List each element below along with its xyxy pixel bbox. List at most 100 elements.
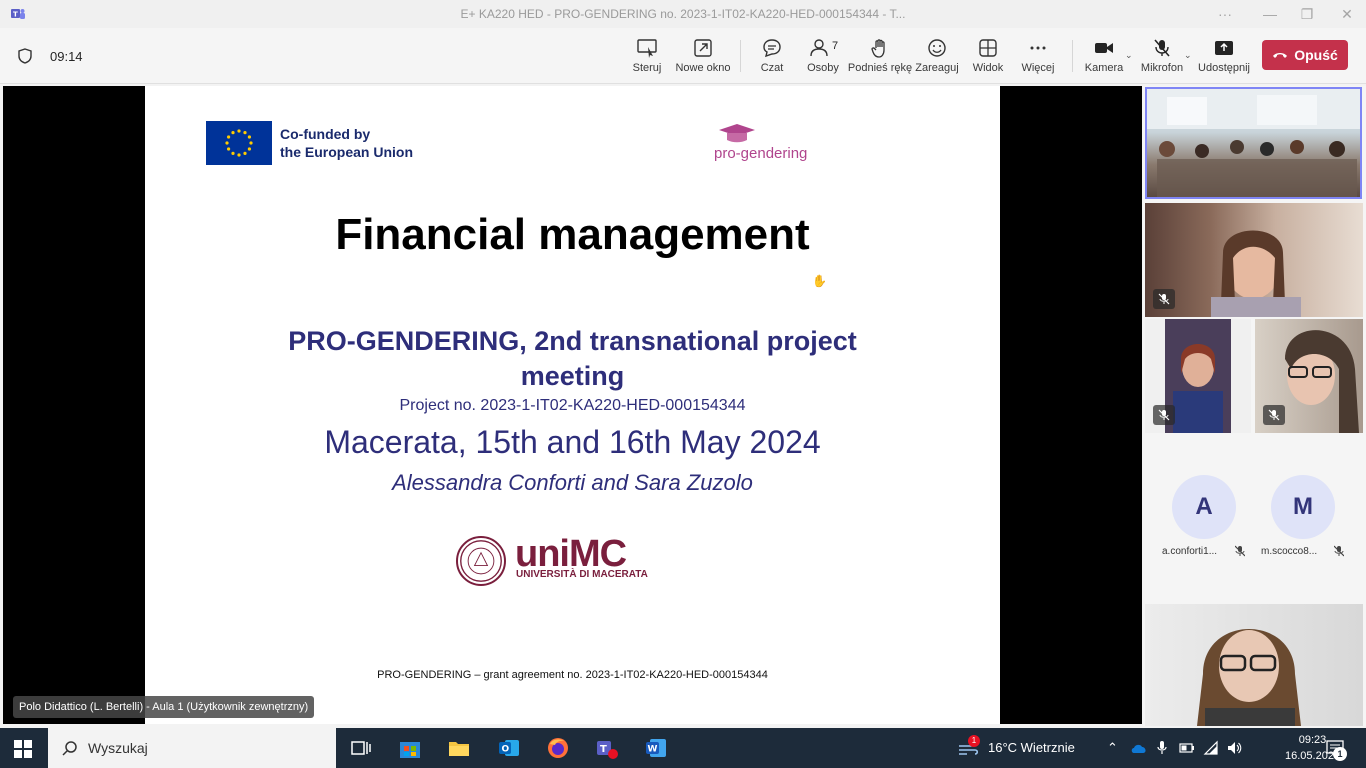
participant-video-tile[interactable]: [1145, 319, 1251, 433]
shield-icon: [18, 48, 32, 64]
pro-gendering-logo-text: pro-gendering: [714, 145, 808, 162]
weather-alert-badge: 1: [968, 735, 980, 747]
notification-count-badge: 1: [1333, 747, 1347, 761]
meeting-timer: 09:14: [50, 49, 83, 64]
share-label: Udostępnij: [1198, 62, 1250, 74]
microsoft-store-icon[interactable]: [398, 736, 422, 760]
people-count: 7: [832, 40, 839, 52]
leave-label: Opuść: [1294, 47, 1338, 63]
firefox-icon[interactable]: [546, 736, 570, 760]
mic-options-chevron-icon[interactable]: ⌄: [1184, 50, 1192, 61]
view-button[interactable]: Widok: [970, 34, 1006, 80]
participant-face-icon: [1211, 230, 1301, 317]
more-label: Więcej: [1021, 62, 1055, 74]
steruj-label: Steruj: [632, 62, 662, 74]
ellipsis-icon: [1030, 46, 1046, 50]
camera-options-chevron-icon[interactable]: ⌄: [1125, 50, 1133, 61]
participant-video-tile[interactable]: [1145, 203, 1363, 317]
mic-off-icon: [1234, 545, 1246, 560]
self-video-tile[interactable]: [1145, 604, 1363, 726]
hand-icon: [871, 39, 885, 58]
word-icon[interactable]: W: [644, 736, 668, 760]
presentation-slide: Co-funded by the European Union pro-gend…: [145, 86, 1000, 724]
hang-up-icon: [1273, 53, 1288, 58]
close-button[interactable]: ✕: [1330, 4, 1364, 24]
react-button[interactable]: Zareaguj: [915, 34, 959, 80]
raise-hand-label: Podnieś rękę: [847, 62, 913, 74]
presenter-name-label: Polo Didattico (L. Bertelli) - Aula 1 (U…: [13, 696, 315, 718]
search-icon: [62, 741, 77, 756]
meeting-toolbar: 09:14 Steruj Nowe okno Czat 7 Osoby Podn…: [0, 28, 1366, 84]
wifi-icon[interactable]: [1203, 740, 1219, 756]
share-button[interactable]: Udostępnij: [1198, 34, 1250, 80]
raise-hand-button[interactable]: Podnieś rękę: [848, 34, 912, 80]
eu-line-1: Co-funded by: [280, 126, 371, 142]
chat-label: Czat: [760, 62, 784, 74]
outlook-icon[interactable]: O: [497, 736, 521, 760]
task-view-icon[interactable]: [349, 736, 373, 760]
file-explorer-icon[interactable]: [447, 736, 471, 760]
teams-taskbar-icon[interactable]: T: [595, 736, 619, 760]
steruj-button[interactable]: Steruj: [630, 34, 664, 80]
hand-cursor-icon: ✋: [812, 274, 827, 288]
grid-view-icon: [979, 39, 997, 57]
volume-icon[interactable]: [1226, 740, 1242, 756]
slide-title: Financial management: [335, 210, 810, 259]
leave-button[interactable]: Opuść: [1262, 40, 1348, 70]
window-title: E+ KA220 HED - PRO-GENDERING no. 2023-1-…: [460, 7, 906, 21]
unimc-logo-subtitle: UNIVERSITÀ DI MACERATA: [516, 569, 648, 580]
camera-button[interactable]: Kamera: [1084, 34, 1124, 80]
svg-text:O: O: [502, 745, 510, 755]
room-video-icon: [1147, 89, 1360, 197]
room-video-tile[interactable]: [1145, 87, 1362, 199]
taskbar-search-box[interactable]: Wyszukaj: [48, 728, 336, 768]
new-window-button[interactable]: Nowe okno: [675, 34, 731, 80]
camera-icon: [1095, 43, 1113, 53]
participant-video-tile[interactable]: [1255, 319, 1363, 433]
self-face-icon: [1197, 629, 1301, 726]
svg-text:T: T: [13, 11, 18, 19]
camera-label: Kamera: [1084, 62, 1124, 74]
mic-off-icon: [1263, 405, 1285, 425]
onedrive-icon[interactable]: [1130, 742, 1148, 754]
weather-text[interactable]: 16°C Wietrznie: [988, 740, 1075, 755]
eu-line-2: the European Union: [280, 144, 413, 160]
minimize-button[interactable]: —: [1253, 4, 1287, 24]
maximize-button[interactable]: ❐: [1290, 4, 1324, 24]
title-bar: T E+ KA220 HED - PRO-GENDERING no. 2023-…: [0, 0, 1366, 28]
participants-panel: A a.conforti1... M m.scocco8...: [1143, 86, 1366, 726]
take-control-icon: [637, 39, 657, 58]
react-label: Zareaguj: [915, 62, 959, 74]
new-window-label: Nowe okno: [675, 62, 731, 74]
university-seal-icon: [456, 536, 506, 586]
chat-button[interactable]: Czat: [756, 34, 788, 80]
mic-off-icon: [1333, 545, 1345, 560]
slide-authors: Alessandra Conforti and Sara Zuzolo: [392, 470, 753, 495]
people-button[interactable]: 7 Osoby: [806, 34, 840, 80]
avatar[interactable]: M: [1271, 475, 1335, 539]
more-options-icon[interactable]: ···: [1208, 4, 1242, 24]
windows-start-icon[interactable]: [14, 740, 32, 758]
show-hidden-icons-chevron-icon[interactable]: ⌃: [1107, 740, 1118, 756]
smiley-icon: [928, 39, 946, 57]
slide-subtitle: PRO-GENDERING, 2nd transnational project…: [288, 326, 857, 391]
eu-cofunded-text: Co-funded by the European Union: [280, 125, 413, 161]
toolbar-divider: [1072, 40, 1073, 72]
svg-text:W: W: [648, 745, 658, 755]
mic-label: Mikrofon: [1140, 62, 1184, 74]
mic-off-icon: [1154, 39, 1170, 57]
slide-place-date: Macerata, 15th and 16th May 2024: [324, 424, 821, 460]
more-button[interactable]: Więcej: [1020, 34, 1056, 80]
svg-text:T: T: [600, 744, 607, 755]
mic-button[interactable]: Mikrofon: [1141, 34, 1183, 80]
people-icon: [810, 39, 828, 57]
shared-screen-stage: Co-funded by the European Union pro-gend…: [3, 86, 1142, 724]
eu-flag-icon: [206, 121, 272, 165]
avatar[interactable]: A: [1172, 475, 1236, 539]
share-icon: [1215, 41, 1233, 55]
participant-name: a.conforti1...: [1162, 546, 1218, 557]
chat-icon: [763, 39, 781, 58]
mic-off-icon: [1153, 289, 1175, 309]
battery-icon[interactable]: [1179, 743, 1195, 753]
microphone-tray-icon[interactable]: [1156, 740, 1168, 756]
